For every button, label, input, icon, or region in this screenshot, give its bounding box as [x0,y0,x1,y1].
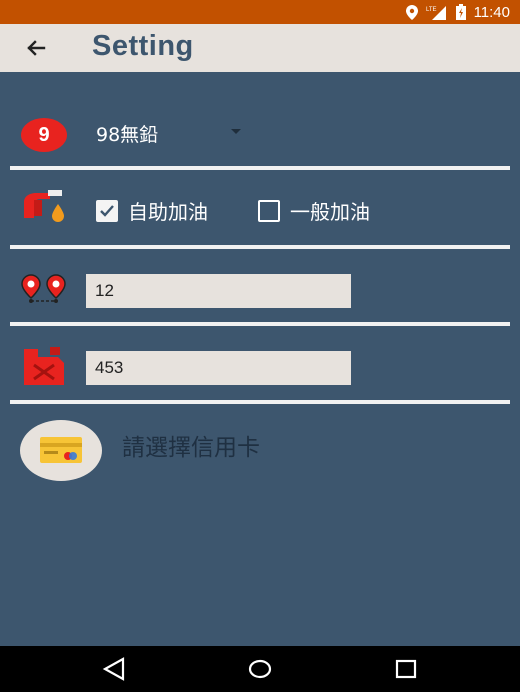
credit-card-icon [40,437,82,463]
fuel-amount-input[interactable] [86,351,351,385]
arrow-back-icon[interactable] [20,32,52,64]
fuel-type-value: 98無鉛 [96,124,159,146]
status-bar: LTE 11:40 [0,0,520,24]
nav-back-icon[interactable] [101,657,127,681]
jerrycan-icon [24,347,64,385]
network-label: LTE [426,7,437,13]
page-title: Setting [92,30,194,62]
divider [10,245,510,249]
divider [10,166,510,170]
divider [10,400,510,404]
navigation-bar [0,646,520,692]
route-pins-icon [21,274,66,303]
nav-home-icon[interactable] [247,657,273,681]
status-icons: LTE 11:40 [405,0,510,24]
self-service-checkbox[interactable] [96,199,118,222]
signal-icon: LTE [426,6,446,20]
app-bar: Setting [0,24,520,72]
fuel-type-dropdown[interactable]: 98無鉛 [96,118,256,148]
location-icon [405,4,418,20]
full-service-label: 一般加油 [290,200,370,224]
self-service-option[interactable]: 自助加油 [96,196,208,225]
fuel-grade-badge: 9 [21,118,67,152]
battery-icon [455,4,466,20]
credit-card-button[interactable] [20,420,102,481]
dropdown-arrow-icon [231,129,241,134]
fuel-grade-number: 9 [38,123,50,146]
nav-recents-icon[interactable] [393,657,419,681]
full-service-option[interactable]: 一般加油 [258,196,370,225]
distance-input[interactable] [86,274,351,308]
divider [10,322,510,326]
full-service-checkbox[interactable] [258,199,280,222]
check-icon [100,204,114,217]
gas-pump-icon [24,190,64,222]
credit-card-label[interactable]: 請選擇信用卡 [122,428,260,462]
self-service-label: 自助加油 [128,200,208,224]
status-time: 11:40 [473,3,510,21]
